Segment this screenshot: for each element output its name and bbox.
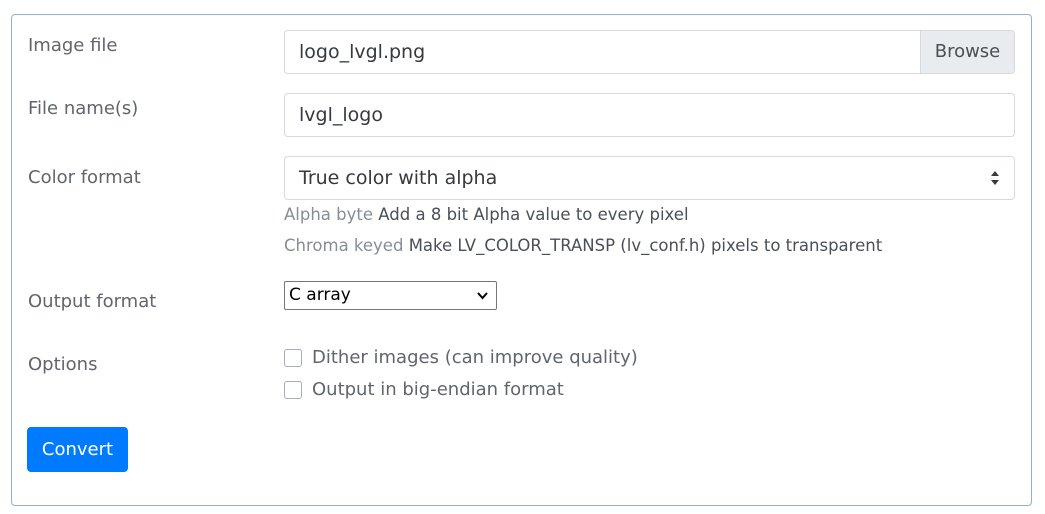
browse-button[interactable]: Browse — [920, 31, 1014, 73]
converter-form-panel — [11, 14, 1032, 506]
convert-button[interactable]: Convert — [27, 427, 128, 472]
output-format-label: Output format — [28, 291, 157, 312]
file-name-input[interactable]: lvgl_logo — [284, 93, 1015, 137]
color-format-selected: True color with alpha — [299, 167, 498, 189]
big-endian-checkbox[interactable] — [284, 381, 302, 399]
color-format-help-chroma: Chroma keyed Make LV_COLOR_TRANSP (lv_co… — [284, 236, 882, 256]
chevron-down-icon — [477, 292, 488, 300]
help-term-chroma: Chroma keyed — [284, 236, 404, 255]
file-name-label: File name(s) — [28, 98, 139, 119]
image-file-input[interactable]: logo_lvgl.png Browse — [284, 30, 1015, 74]
dither-checkbox-label[interactable]: Dither images (can improve quality) — [312, 346, 638, 370]
select-arrows-icon — [991, 171, 999, 185]
image-file-label: Image file — [28, 35, 118, 56]
options-label: Options — [28, 354, 98, 375]
help-text-chroma: Make LV_COLOR_TRANSP (lv_conf.h) pixels … — [408, 236, 883, 255]
color-format-label: Color format — [28, 167, 141, 188]
output-format-selected: C array — [289, 285, 351, 305]
help-text-alpha: Add a 8 bit Alpha value to every pixel — [378, 205, 689, 224]
output-format-select[interactable]: C array — [284, 281, 497, 310]
help-term-alpha: Alpha byte — [284, 205, 374, 224]
color-format-help-alpha: Alpha byte Add a 8 bit Alpha value to ev… — [284, 205, 689, 225]
dither-checkbox[interactable] — [284, 349, 302, 367]
image-file-name: logo_lvgl.png — [299, 41, 426, 63]
big-endian-checkbox-label[interactable]: Output in big-endian format — [312, 378, 564, 402]
color-format-select[interactable]: True color with alpha — [284, 156, 1015, 200]
